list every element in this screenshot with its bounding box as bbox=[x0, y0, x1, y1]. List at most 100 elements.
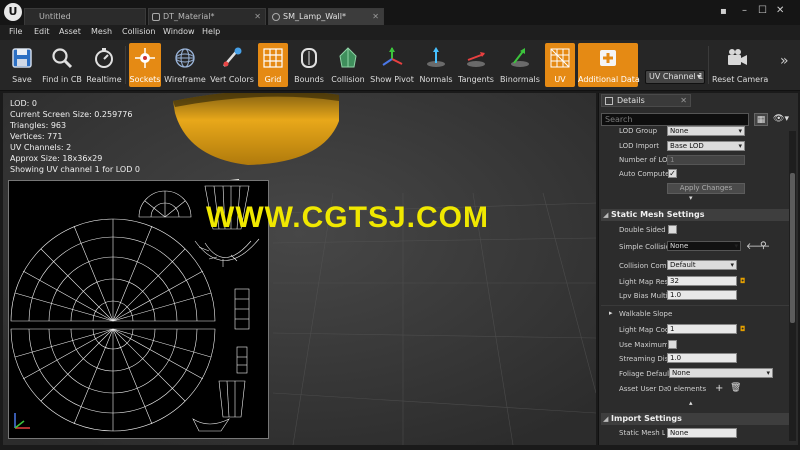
collision-button[interactable]: Collision bbox=[330, 43, 366, 87]
maximize-icon[interactable]: ☐ bbox=[758, 5, 767, 17]
streaming-dist-field[interactable]: 1.0 bbox=[667, 353, 737, 363]
apply-changes-button[interactable]: Apply Changes bbox=[667, 183, 745, 194]
browse-search-icon[interactable]: ⚲ bbox=[760, 241, 767, 251]
tab-dt-material-label: DT_Material* bbox=[163, 12, 215, 21]
menu-edit[interactable]: Edit bbox=[34, 27, 50, 36]
details-tab-label: Details bbox=[617, 96, 645, 105]
foliage-default-dropdown[interactable]: None bbox=[669, 368, 773, 378]
minimize-icon[interactable]: – bbox=[742, 5, 747, 17]
uv-button[interactable]: UV bbox=[545, 43, 575, 87]
lpv-bias-field[interactable]: 1.0 bbox=[667, 290, 737, 300]
use-maximum-checkbox[interactable] bbox=[668, 340, 677, 349]
bounds-button[interactable]: Bounds bbox=[292, 43, 326, 87]
static-mesh-lod-field[interactable]: None bbox=[667, 428, 737, 438]
stat-vertices: Vertices: 771 bbox=[10, 132, 63, 141]
additional-data-button[interactable]: Additional Data bbox=[578, 43, 640, 87]
reset-to-default-icon[interactable]: ◘ bbox=[740, 325, 746, 333]
mesh-viewport[interactable]: LOD: 0 Current Screen Size: 0.259776 Tri… bbox=[3, 93, 596, 445]
wireframe-button[interactable]: Wireframe bbox=[164, 43, 206, 87]
normals-label: Normals bbox=[419, 75, 453, 84]
add-element-icon[interactable]: + bbox=[715, 383, 723, 394]
section-import-settings[interactable]: ◢ Import Settings bbox=[601, 413, 789, 425]
toolbar-separator bbox=[708, 46, 709, 84]
tab-details[interactable]: Details ✕ bbox=[601, 94, 691, 107]
collision-icon bbox=[339, 47, 357, 68]
reset-camera-button[interactable]: Reset Camera bbox=[712, 43, 768, 87]
light-map-res-field[interactable]: 32 bbox=[667, 276, 737, 286]
asset-user-data-count: 0 elements bbox=[667, 385, 707, 393]
double-sided-checkbox[interactable] bbox=[668, 225, 677, 234]
grid-icon bbox=[263, 48, 283, 68]
streaming-dist-value: 1.0 bbox=[670, 354, 682, 362]
realtime-label: Realtime bbox=[86, 75, 122, 84]
save-button[interactable]: Save bbox=[6, 43, 38, 87]
wireframe-icon bbox=[175, 48, 195, 68]
menu-asset[interactable]: Asset bbox=[59, 27, 81, 36]
grid-button[interactable]: Grid bbox=[258, 43, 288, 87]
tab-sm-lamp-wall[interactable]: SM_Lamp_Wall* ✕ bbox=[268, 8, 384, 25]
details-scrollbar-thumb[interactable] bbox=[790, 173, 795, 323]
uv-label: UV bbox=[554, 75, 566, 84]
import-settings-title: Import Settings bbox=[611, 414, 682, 423]
collision-complexity-label: Collision Comp bbox=[619, 262, 667, 270]
reset-to-default-icon[interactable]: ◘ bbox=[740, 277, 746, 285]
show-pivot-button[interactable]: Show Pivot bbox=[369, 43, 415, 87]
use-maximum-label: Use Maximum bbox=[619, 341, 667, 349]
realtime-button[interactable]: Realtime bbox=[86, 43, 122, 87]
tab-untitled[interactable]: Untitled bbox=[24, 8, 146, 25]
collision-complexity-dropdown[interactable]: Default bbox=[667, 260, 737, 270]
close-tab-icon[interactable]: ✕ bbox=[372, 9, 379, 25]
menu-help[interactable]: Help bbox=[202, 27, 220, 36]
lod-import-dropdown[interactable]: Base LOD bbox=[667, 141, 745, 151]
stat-triangles: Triangles: 963 bbox=[10, 121, 67, 130]
details-search-input[interactable]: Search bbox=[601, 113, 749, 126]
tab-dt-material[interactable]: DT_Material* ✕ bbox=[148, 8, 266, 25]
uv-channel-dropdown[interactable]: UV Channel 1 ▾ bbox=[645, 70, 705, 84]
realtime-icon bbox=[95, 48, 113, 68]
collision-label: Collision bbox=[331, 75, 365, 84]
section-expand-icon: ◢ bbox=[603, 211, 609, 219]
close-tab-icon[interactable]: ✕ bbox=[680, 95, 687, 106]
number-of-lods-field[interactable]: 1 bbox=[667, 155, 745, 165]
close-window-icon[interactable]: ✕ bbox=[776, 5, 784, 17]
tangents-button[interactable]: Tangents bbox=[457, 43, 495, 87]
auto-compute-checkbox[interactable]: ✓ bbox=[668, 169, 677, 178]
light-map-res-label: Light Map Res bbox=[619, 278, 667, 286]
collapse-arrow-icon[interactable]: ▴ bbox=[689, 399, 693, 407]
bounds-icon bbox=[301, 48, 317, 68]
section-static-mesh-settings[interactable]: ◢ Static Mesh Settings bbox=[601, 209, 789, 221]
streaming-dist-label: Streaming Dist bbox=[619, 355, 667, 363]
property-matrix-icon[interactable]: ▦ bbox=[754, 113, 768, 126]
close-tab-icon[interactable]: ✕ bbox=[254, 9, 261, 25]
light-map-coord-field[interactable]: 1 bbox=[667, 324, 737, 334]
menu-file[interactable]: File bbox=[9, 27, 22, 36]
menu-mesh[interactable]: Mesh bbox=[91, 27, 112, 36]
show-pivot-icon bbox=[382, 47, 403, 66]
tab-untitled-label: Untitled bbox=[39, 12, 71, 21]
notification-icon[interactable]: ▪ bbox=[720, 6, 727, 18]
expand-arrow-icon[interactable]: ▸ bbox=[609, 309, 613, 317]
eye-visibility-icon[interactable]: 👁▾ bbox=[771, 113, 791, 126]
menu-window[interactable]: Window bbox=[163, 27, 195, 36]
save-icon bbox=[12, 48, 32, 68]
menu-collision[interactable]: Collision bbox=[122, 27, 156, 36]
foliage-default-value: None bbox=[672, 369, 691, 377]
normals-button[interactable]: Normals bbox=[418, 43, 454, 87]
additional-data-label: Additional Data bbox=[578, 75, 640, 84]
title-bar: U Untitled DT_Material* ✕ SM_Lamp_Wall* … bbox=[0, 0, 800, 25]
stat-screen-size: Current Screen Size: 0.259776 bbox=[10, 110, 133, 119]
tab-sm-lamp-wall-label: SM_Lamp_Wall* bbox=[283, 12, 346, 21]
binormals-button[interactable]: Binormals bbox=[499, 43, 541, 87]
find-in-cb-button[interactable]: Find in CB bbox=[42, 43, 82, 87]
stat-approx-size: Approx Size: 18x36x29 bbox=[10, 154, 103, 163]
simple-collision-value: None bbox=[670, 242, 689, 250]
lod-group-dropdown[interactable]: None bbox=[667, 126, 745, 136]
delete-trash-icon[interactable]: 🗑 bbox=[730, 383, 741, 393]
normals-icon bbox=[427, 47, 445, 67]
simple-collision-dropdown[interactable]: None bbox=[667, 241, 741, 251]
toolbar-overflow-icon[interactable]: » bbox=[780, 53, 789, 69]
stat-uv-channels: UV Channels: 2 bbox=[10, 143, 72, 152]
collapse-arrow-icon[interactable]: ▾ bbox=[689, 194, 693, 202]
vert-colors-button[interactable]: Vert Colors bbox=[209, 43, 255, 87]
sockets-button[interactable]: Sockets bbox=[129, 43, 161, 87]
